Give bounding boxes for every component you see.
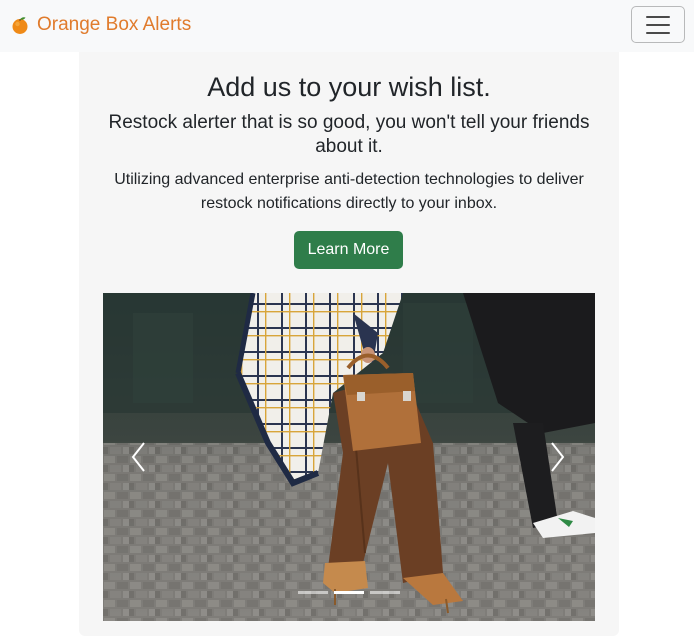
carousel-prev-button[interactable] xyxy=(119,437,159,477)
chevron-right-icon xyxy=(551,442,565,472)
navbar: Orange Box Alerts xyxy=(0,0,694,52)
hero-lead: Restock alerter that is so good, you won… xyxy=(108,112,590,157)
hero-headline: Add us to your wish list. xyxy=(207,72,491,102)
orange-fruit-icon xyxy=(10,15,30,35)
brand-text: Orange Box Alerts xyxy=(37,14,192,35)
image-carousel xyxy=(103,293,595,621)
brand-link[interactable]: Orange Box Alerts xyxy=(10,12,191,38)
hamburger-menu-icon xyxy=(646,15,670,18)
navbar-toggler-button[interactable] xyxy=(631,6,685,43)
hamburger-menu-icon xyxy=(646,23,670,26)
carousel-indicator[interactable] xyxy=(370,591,400,594)
carousel-next-button[interactable] xyxy=(537,437,577,477)
hamburger-menu-icon xyxy=(646,31,670,34)
hero-description: Utilizing advanced enterprise anti-detec… xyxy=(114,171,584,212)
chevron-left-icon xyxy=(131,442,145,472)
learn-more-button[interactable]: Learn More xyxy=(294,231,403,269)
carousel-indicator[interactable] xyxy=(334,591,364,594)
carousel-indicator[interactable] xyxy=(298,591,328,594)
hero-jumbotron: Add us to your wish list. Restock alerte… xyxy=(79,52,619,636)
carousel-slide-image xyxy=(103,293,595,621)
carousel-indicators xyxy=(103,591,595,594)
